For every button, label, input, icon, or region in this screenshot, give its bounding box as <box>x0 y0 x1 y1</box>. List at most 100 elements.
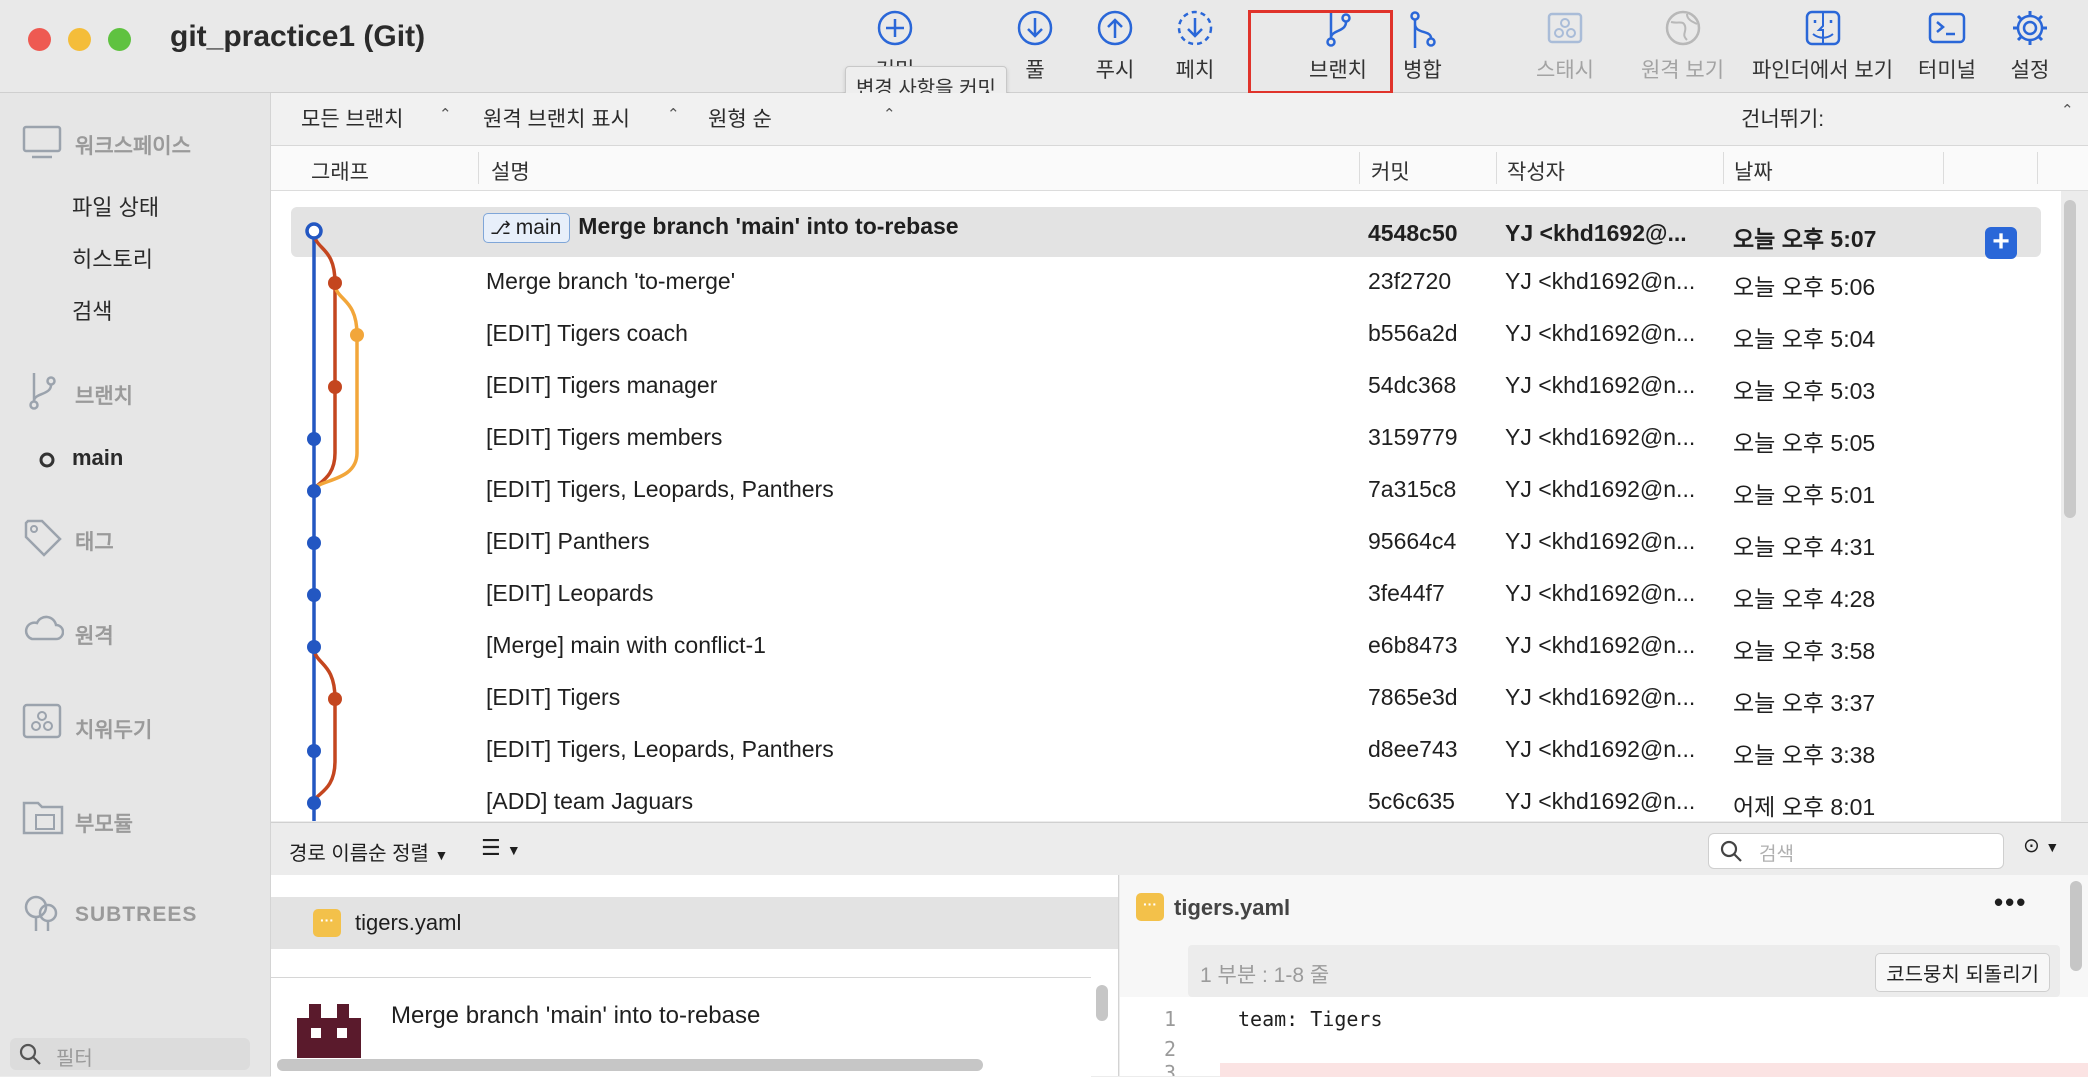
commit-author: YJ <khd1692@n... <box>1505 580 1696 606</box>
column-divider[interactable] <box>1496 152 1497 184</box>
diff-file-name: tigers.yaml <box>1174 895 1291 920</box>
sidebar-remotes-header[interactable]: 원격 <box>75 620 114 650</box>
table-row[interactable]: [EDIT] Tigers, Leopards, Panthers d8ee743… <box>271 723 2061 775</box>
remote-filter-select[interactable]: 원격 브랜치 표시 <box>483 103 630 133</box>
sidebar-submodules-header[interactable]: 부모듈 <box>75 808 133 838</box>
sidebar-item-file-status[interactable]: 파일 상태 <box>72 190 159 222</box>
graph-line-conflict <box>312 646 337 804</box>
column-divider[interactable] <box>1943 152 1944 184</box>
commit-node[interactable] <box>328 276 342 290</box>
terminal-icon <box>1928 12 1966 44</box>
details-scrollbar[interactable] <box>1096 985 1108 1021</box>
commit-node[interactable] <box>328 692 342 706</box>
commit-author: YJ <khd1692@n... <box>1505 372 1696 398</box>
commit-date: 오늘 오후 3:37 <box>1733 690 1876 716</box>
pull-button[interactable]: 풀 <box>1005 8 1065 84</box>
list-item[interactable]: ··· tigers.yaml <box>271 897 1118 949</box>
horizontal-scrollbar[interactable] <box>277 1059 983 1071</box>
commit-description: ⎇ main Merge branch 'main' into to-rebase <box>483 213 959 243</box>
table-row[interactable]: [ADD] team Jaguars 5c6c635 YJ <khd1692@n..… <box>271 775 2061 821</box>
cloud-icon <box>24 615 64 641</box>
revert-hunk-button[interactable]: 코드뭉치 되돌리기 <box>1875 953 2050 992</box>
terminal-button[interactable]: 터미널 <box>1912 8 1982 84</box>
branch-badge-main[interactable]: ⎇ main <box>483 213 571 243</box>
sidebar-item-search[interactable]: 검색 <box>72 294 112 326</box>
table-row[interactable]: [EDIT] Tigers manager 54dc368 YJ <khd1692@… <box>271 359 2061 411</box>
commit-node[interactable] <box>307 640 321 654</box>
more-options-menu[interactable]: ⊙ ▼ <box>2023 833 2059 858</box>
fetch-button[interactable]: 페치 <box>1165 8 1225 84</box>
table-row[interactable]: [Merge] main with conflict-1 e6b8473 YJ <k… <box>271 619 2061 671</box>
table-row[interactable]: [EDIT] Panthers 95664c4 YJ <khd1692@n... 오늘… <box>271 515 2061 567</box>
remote-view-button[interactable]: 원격 보기 <box>1635 8 1730 84</box>
table-row[interactable]: [EDIT] Tigers members 3159779 YJ <khd1692@… <box>271 411 2061 463</box>
chevron-updown-icon[interactable]: ⌃ <box>2061 101 2074 119</box>
table-row[interactable]: [EDIT] Tigers 7865e3d YJ <khd1692@n... 오늘 오… <box>271 671 2061 723</box>
column-commit[interactable]: 커밋 <box>1371 156 1410 186</box>
commit-node[interactable] <box>307 484 321 498</box>
sidebar-subtrees-header[interactable]: SUBTREES <box>75 903 197 927</box>
table-row[interactable]: ⎇ main Merge branch 'main' into to-rebase… <box>271 203 2061 259</box>
push-arrow-up-icon <box>1097 10 1133 46</box>
column-divider[interactable] <box>1723 152 1724 184</box>
sidebar-workspace-header[interactable]: 워크스페이스 <box>75 130 191 160</box>
stash-label: 스태시 <box>1536 59 1594 82</box>
commit-node[interactable] <box>307 796 321 810</box>
table-row[interactable]: [EDIT] Tigers coach b556a2d YJ <khd1692@n.… <box>271 307 2061 359</box>
sidebar-item-history[interactable]: 히스토리 <box>72 242 153 274</box>
pull-arrow-down-icon <box>1017 10 1053 46</box>
commit-node[interactable] <box>350 328 364 342</box>
table-row[interactable]: [EDIT] Tigers, Leopards, Panthers 7a315c8… <box>271 463 2061 515</box>
avatar <box>297 1004 361 1058</box>
monitor-icon <box>22 125 62 159</box>
commit-node[interactable] <box>307 432 321 446</box>
column-divider[interactable] <box>1359 152 1360 184</box>
commit-node[interactable] <box>307 744 321 758</box>
modified-file-icon: ··· <box>313 909 341 937</box>
sidebar-filter-input[interactable]: 필터 <box>10 1038 250 1070</box>
globe-icon <box>1665 10 1700 46</box>
commit-node-head[interactable] <box>305 222 323 240</box>
column-divider[interactable] <box>2037 152 2038 184</box>
search-input[interactable]: 검색 <box>1708 833 2004 869</box>
commit-date: 어제 오후 8:01 <box>1733 794 1876 820</box>
sort-select[interactable]: 경로 이름순 정렬 ▼ <box>289 837 448 866</box>
push-button[interactable]: 푸시 <box>1085 8 1145 84</box>
commit-hash: 4548c50 <box>1368 220 1458 246</box>
column-author[interactable]: 작성자 <box>1507 156 1565 186</box>
column-graph[interactable]: 그래프 <box>311 156 369 186</box>
minimize-window-button[interactable] <box>68 28 91 51</box>
commit-table-scrollbar[interactable] <box>2064 200 2076 518</box>
show-in-finder-button[interactable]: 파인더에서 보기 <box>1750 8 1895 84</box>
diff-pane: ··· tigers.yaml ••• 1 부분 : 1-8 줄 코드뭉치 되돌… <box>1120 875 2088 1077</box>
table-row[interactable]: [EDIT] Leopards 3fe44f7 YJ <khd1692@n... 오늘… <box>271 567 2061 619</box>
commit-table: ⎇ main Merge branch 'main' into to-rebase… <box>271 191 2061 821</box>
column-date[interactable]: 날짜 <box>1734 156 1773 186</box>
commit-hash: 7865e3d <box>1368 684 1458 710</box>
zoom-window-button[interactable] <box>108 28 131 51</box>
order-filter-select[interactable]: 원형 순 <box>708 103 772 133</box>
list-view-menu[interactable]: ☰ ▼ <box>481 835 521 861</box>
commit-node[interactable] <box>328 380 342 394</box>
sidebar-stashes-header[interactable]: 치워두기 <box>75 714 152 744</box>
branch-badge-label: main <box>515 216 562 239</box>
stash-button[interactable]: 스태시 <box>1530 8 1600 84</box>
more-actions-button[interactable]: ••• <box>1994 887 2027 918</box>
sidebar-tags-header[interactable]: 태그 <box>75 526 114 556</box>
column-divider[interactable] <box>478 152 479 184</box>
subtree-icon <box>24 895 58 931</box>
sidebar-item-main-branch[interactable]: main <box>72 445 123 471</box>
merge-button[interactable]: 병합 <box>1395 8 1450 84</box>
column-description[interactable]: 설명 <box>491 156 530 186</box>
table-row[interactable]: Merge branch 'to-merge' 23f2720 YJ <khd169… <box>271 255 2061 307</box>
close-window-button[interactable] <box>28 28 51 51</box>
commit-node[interactable] <box>307 536 321 550</box>
commit-message: [EDIT] Tigers, Leopards, Panthers <box>486 476 834 502</box>
diff-scrollbar[interactable] <box>2070 881 2082 971</box>
branch-filter-select[interactable]: 모든 브랜치 <box>301 103 403 133</box>
sidebar-branches-header[interactable]: 브랜치 <box>75 380 133 410</box>
commit-node[interactable] <box>307 588 321 602</box>
settings-button[interactable]: 설정 <box>2000 8 2060 84</box>
chevron-down-icon: ▼ <box>2045 839 2060 855</box>
chevron-down-icon: ▼ <box>506 842 521 858</box>
